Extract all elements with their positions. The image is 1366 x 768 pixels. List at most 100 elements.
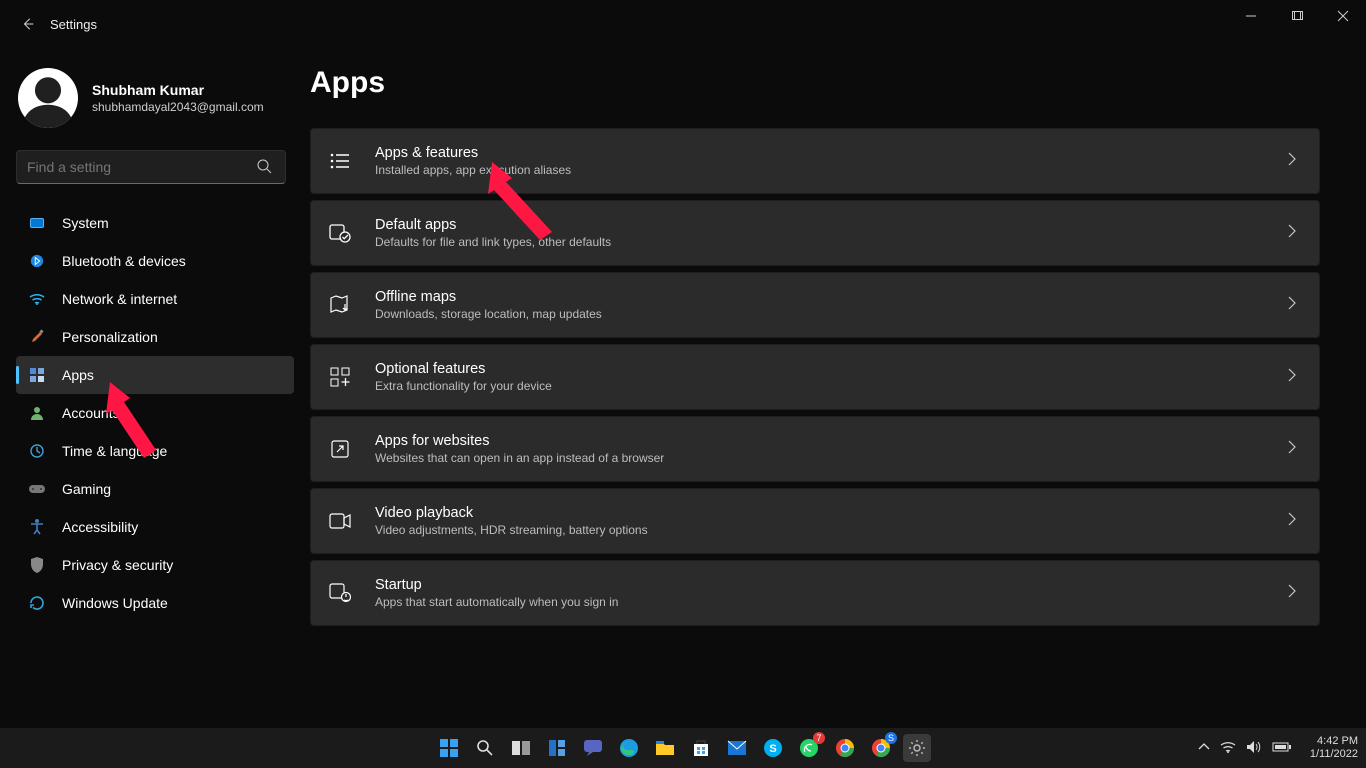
sidebar-item-label: Windows Update <box>62 595 168 611</box>
task-view-button[interactable] <box>507 734 535 762</box>
card-apps-features[interactable]: Apps & featuresInstalled apps, app execu… <box>310 128 1320 194</box>
system-tray[interactable]: 4:42 PM 1/11/2022 <box>1198 728 1358 768</box>
brush-icon <box>28 328 46 346</box>
window-maximize-button[interactable] <box>1274 0 1320 32</box>
sidebar-item-system[interactable]: System <box>16 204 294 242</box>
chevron-right-icon <box>1287 511 1297 532</box>
update-icon <box>28 594 46 612</box>
card-subtitle: Video adjustments, HDR streaming, batter… <box>375 523 1287 537</box>
store-icon[interactable] <box>687 734 715 762</box>
page-title: Apps <box>310 66 1320 100</box>
avatar <box>18 68 78 128</box>
card-apps-for-websites[interactable]: Apps for websites Websites that can open … <box>310 416 1320 482</box>
sidebar-item-gaming[interactable]: Gaming <box>16 470 294 508</box>
chevron-right-icon <box>1287 223 1297 244</box>
display-icon <box>28 214 46 232</box>
card-subtitle: Defaults for file and link types, other … <box>375 235 1287 249</box>
widgets-button[interactable] <box>543 734 571 762</box>
battery-tray-icon[interactable] <box>1272 741 1292 756</box>
title-bar: Settings <box>0 0 1366 48</box>
app-link-icon <box>327 436 353 462</box>
card-title: Default apps <box>375 217 1287 233</box>
card-optional-features[interactable]: Optional featuresExtra functionality for… <box>310 344 1320 410</box>
tray-overflow-icon[interactable] <box>1198 742 1210 755</box>
card-title: Optional features <box>375 361 1287 377</box>
edge-icon[interactable] <box>615 734 643 762</box>
sidebar-item-personalization[interactable]: Personalization <box>16 318 294 356</box>
sidebar-item-accessibility[interactable]: Accessibility <box>16 508 294 546</box>
sidebar-item-privacy[interactable]: Privacy & security <box>16 546 294 584</box>
tray-time: 4:42 PM <box>1310 735 1358 748</box>
sidebar-item-label: Bluetooth & devices <box>62 253 186 269</box>
sidebar-item-windows-update[interactable]: Windows Update <box>16 584 294 622</box>
chevron-right-icon <box>1287 439 1297 460</box>
skype-icon[interactable]: S <box>759 734 787 762</box>
svg-text:S: S <box>769 743 776 755</box>
apps-icon <box>28 366 46 384</box>
sidebar: Shubham Kumar shubhamdayal2043@gmail.com… <box>0 48 310 728</box>
user-email: shubhamdayal2043@gmail.com <box>92 100 264 114</box>
add-features-icon <box>327 364 353 390</box>
card-title: Video playback <box>375 505 1287 521</box>
default-apps-icon <box>327 220 353 246</box>
sidebar-item-label: Apps <box>62 367 94 383</box>
chat-button[interactable] <box>579 734 607 762</box>
sidebar-item-bluetooth[interactable]: Bluetooth & devices <box>16 242 294 280</box>
bluetooth-icon <box>28 252 46 270</box>
card-title: Apps for websites <box>375 433 1287 449</box>
card-subtitle: Websites that can open in an app instead… <box>375 451 1287 465</box>
sidebar-item-label: Personalization <box>62 329 158 345</box>
sidebar-item-label: System <box>62 215 109 231</box>
card-video-playback[interactable]: Video playback Video adjustments, HDR str… <box>310 488 1320 554</box>
chevron-right-icon <box>1287 583 1297 604</box>
window-close-button[interactable] <box>1320 0 1366 32</box>
list-icon <box>327 148 353 174</box>
card-title: Apps & features <box>375 145 1287 161</box>
taskbar-search-button[interactable] <box>471 734 499 762</box>
volume-tray-icon[interactable] <box>1246 740 1262 757</box>
card-title: Startup <box>375 577 1287 593</box>
tray-date: 1/11/2022 <box>1310 748 1358 761</box>
back-button[interactable] <box>14 10 42 38</box>
badge-icon: 7 <box>813 732 825 744</box>
sidebar-item-label: Privacy & security <box>62 557 173 573</box>
card-default-apps[interactable]: Default apps Defaults for file and link t… <box>310 200 1320 266</box>
window-minimize-button[interactable] <box>1228 0 1274 32</box>
window-title: Settings <box>50 17 97 32</box>
nav-list: System Bluetooth & devices Network & int… <box>16 204 294 622</box>
card-startup[interactable]: StartupApps that start automatically whe… <box>310 560 1320 626</box>
sidebar-item-label: Gaming <box>62 481 111 497</box>
sidebar-item-label: Network & internet <box>62 291 177 307</box>
sidebar-item-apps[interactable]: Apps <box>16 356 294 394</box>
chrome-profile-icon[interactable]: S <box>867 734 895 762</box>
search-input[interactable] <box>16 150 286 184</box>
sidebar-item-accounts[interactable]: Accounts <box>16 394 294 432</box>
explorer-icon[interactable] <box>651 734 679 762</box>
clock-language-icon <box>28 442 46 460</box>
card-subtitle: Downloads, storage location, map updates <box>375 307 1287 321</box>
wifi-tray-icon[interactable] <box>1220 741 1236 756</box>
chevron-right-icon <box>1287 295 1297 316</box>
sidebar-item-time-language[interactable]: Time & language <box>16 432 294 470</box>
mail-icon[interactable] <box>723 734 751 762</box>
card-title: Offline maps <box>375 289 1287 305</box>
user-name: Shubham Kumar <box>92 82 264 98</box>
clock[interactable]: 4:42 PM 1/11/2022 <box>1310 735 1358 760</box>
search-box[interactable] <box>16 150 294 184</box>
chevron-right-icon <box>1287 151 1297 172</box>
settings-taskbar-icon[interactable] <box>903 734 931 762</box>
card-offline-maps[interactable]: Offline maps Downloads, storage location,… <box>310 272 1320 338</box>
sidebar-item-label: Accessibility <box>62 519 138 535</box>
video-icon <box>327 508 353 534</box>
sidebar-item-network[interactable]: Network & internet <box>16 280 294 318</box>
sidebar-item-label: Time & language <box>62 443 167 459</box>
sidebar-item-label: Accounts <box>62 405 120 421</box>
accessibility-icon <box>28 518 46 536</box>
chrome-icon[interactable] <box>831 734 859 762</box>
whatsapp-icon[interactable]: 7 <box>795 734 823 762</box>
start-button[interactable] <box>435 734 463 762</box>
chevron-right-icon <box>1287 367 1297 388</box>
badge-icon: S <box>885 732 897 744</box>
user-card[interactable]: Shubham Kumar shubhamdayal2043@gmail.com <box>16 62 294 146</box>
startup-icon <box>327 580 353 606</box>
